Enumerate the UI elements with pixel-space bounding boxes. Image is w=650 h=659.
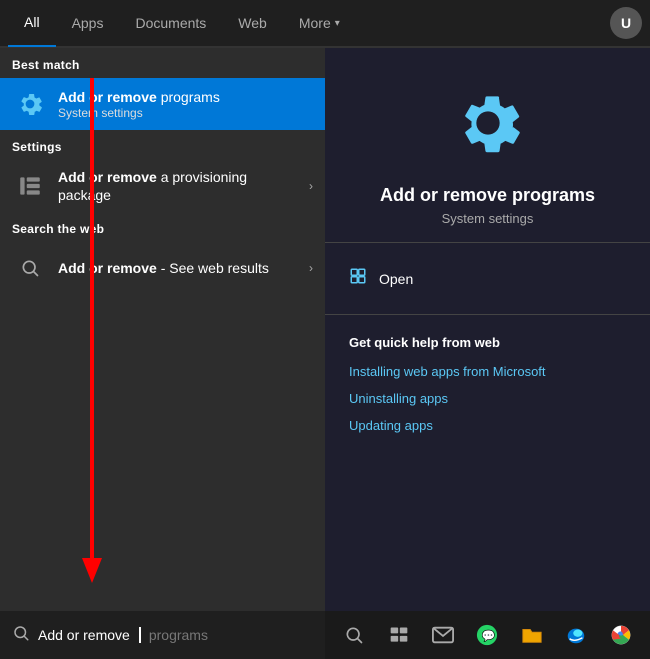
right-divider [325,242,650,243]
taskbar-taskview-icon[interactable] [385,621,411,649]
web-search-item[interactable]: Add or remove - See web results › [0,242,325,294]
open-label: Open [379,271,413,287]
settings-provisioning-title: Add or remove a provisioning package [58,168,301,204]
taskbar-right: 💬 [325,611,650,659]
taskbar-chrome-icon[interactable] [608,621,634,649]
nav-apps-label: Apps [72,15,104,31]
settings-label: Settings [0,130,325,160]
svg-text:💬: 💬 [482,630,496,643]
nav-documents-label: Documents [135,15,206,31]
nav-more[interactable]: More ▾ [283,0,356,47]
main-layout: Best match Add or remove programs System… [0,48,650,611]
taskbar-mail-icon[interactable] [430,621,456,649]
best-match-title: Add or remove programs [58,88,313,106]
right-app-subtitle: System settings [442,211,534,226]
top-nav: All Apps Documents Web More ▾ U [0,0,650,48]
nav-web[interactable]: Web [222,0,283,47]
taskbar-whatsapp-icon[interactable]: 💬 [474,621,500,649]
settings-provisioning-bold: Add or remove [58,169,157,185]
best-match-title-bold: Add or remove [58,89,157,105]
settings-provisioning-text: Add or remove a provisioning package [58,168,301,204]
open-icon [349,267,367,290]
search-icon [12,624,30,647]
settings-provisioning-icon [12,168,48,204]
best-match-title-rest: programs [157,89,220,105]
web-search-text: Add or remove - See web results [58,259,301,277]
web-search-label: Search the web [0,212,325,242]
best-match-subtitle: System settings [58,106,313,120]
search-cursor [139,627,141,643]
nav-all[interactable]: All [8,0,56,47]
settings-provisioning-item[interactable]: Add or remove a provisioning package › [0,160,325,212]
nav-apps[interactable]: Apps [56,0,120,47]
nav-more-label: More [299,15,331,31]
taskbar-explorer-icon[interactable] [519,621,545,649]
search-typed-text: Add or remove [38,627,130,643]
right-title-bold: Add or remove [380,185,507,205]
right-panel: Add or remove programs System settings O… [325,48,650,611]
open-action[interactable]: Open [325,259,650,298]
chevron-right-icon: › [309,179,313,193]
right-divider-2 [325,314,650,315]
quick-help-title: Get quick help from web [325,331,650,358]
nav-documents[interactable]: Documents [119,0,222,47]
nav-all-label: All [24,14,40,30]
best-match-item[interactable]: Add or remove programs System settings [0,78,325,130]
search-placeholder: programs [149,627,208,643]
left-panel: Best match Add or remove programs System… [0,48,325,611]
best-match-label: Best match [0,48,325,78]
taskbar-search-icon[interactable] [341,621,367,649]
right-app-title: Add or remove programs [360,184,615,207]
gear-icon [12,86,48,122]
avatar-letter: U [621,15,631,31]
help-link-1[interactable]: Uninstalling apps [325,385,650,412]
web-chevron-right-icon: › [309,261,313,275]
web-search-rest: - See web results [157,260,269,276]
web-search-icon [12,250,48,286]
nav-web-label: Web [238,15,267,31]
web-search-bold: Add or remove [58,260,157,276]
right-title-rest: programs [507,185,595,205]
search-bar[interactable]: Add or remove programs [0,611,325,659]
best-match-text: Add or remove programs System settings [58,88,313,120]
right-icon-area [443,78,533,168]
web-search-title: Add or remove - See web results [58,259,301,277]
taskbar-edge-icon[interactable] [563,621,589,649]
more-dropdown-arrow: ▾ [335,18,340,29]
user-avatar[interactable]: U [610,7,642,39]
help-link-0[interactable]: Installing web apps from Microsoft [325,358,650,385]
help-link-2[interactable]: Updating apps [325,412,650,439]
